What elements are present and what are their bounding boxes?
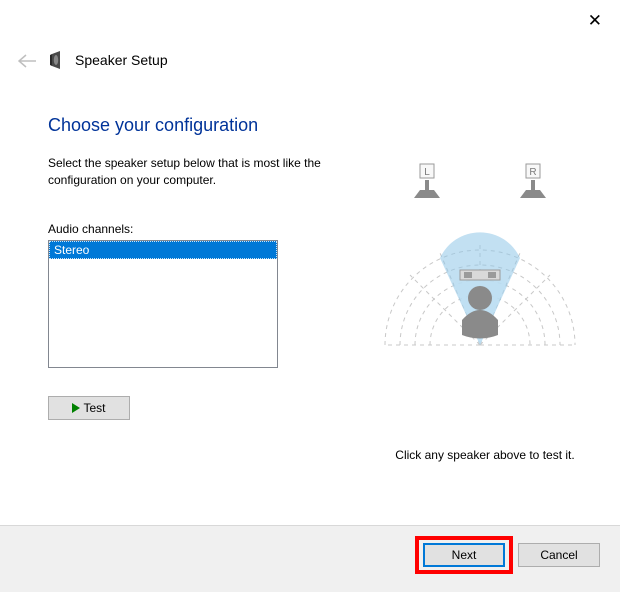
speaker-diagram: L R: [370, 150, 590, 370]
next-button[interactable]: Next: [423, 543, 505, 567]
left-speaker-icon[interactable]: L: [414, 164, 440, 198]
svg-text:R: R: [529, 167, 536, 178]
window-title: Speaker Setup: [75, 52, 168, 68]
right-speaker-icon[interactable]: R: [520, 164, 546, 198]
speaker-test-tip: Click any speaker above to test it.: [370, 448, 600, 462]
test-button[interactable]: Test: [48, 396, 130, 420]
page-heading: Choose your configuration: [48, 115, 258, 136]
test-button-label: Test: [83, 401, 105, 415]
play-icon: [72, 403, 80, 413]
audio-channels-label: Audio channels:: [48, 222, 133, 236]
speaker-setup-window: ✕ Speaker Setup Choose your configuratio…: [0, 0, 620, 592]
speaker-icon: [48, 50, 68, 73]
audio-channels-listbox[interactable]: Stereo: [48, 240, 278, 368]
next-button-label: Next: [452, 548, 477, 562]
instruction-text: Select the speaker setup below that is m…: [48, 155, 328, 190]
back-arrow-icon: [18, 52, 36, 73]
cancel-button[interactable]: Cancel: [518, 543, 600, 567]
close-icon[interactable]: ✕: [588, 12, 602, 29]
list-item-stereo[interactable]: Stereo: [49, 241, 277, 259]
cancel-button-label: Cancel: [540, 548, 577, 562]
svg-text:L: L: [424, 167, 430, 178]
